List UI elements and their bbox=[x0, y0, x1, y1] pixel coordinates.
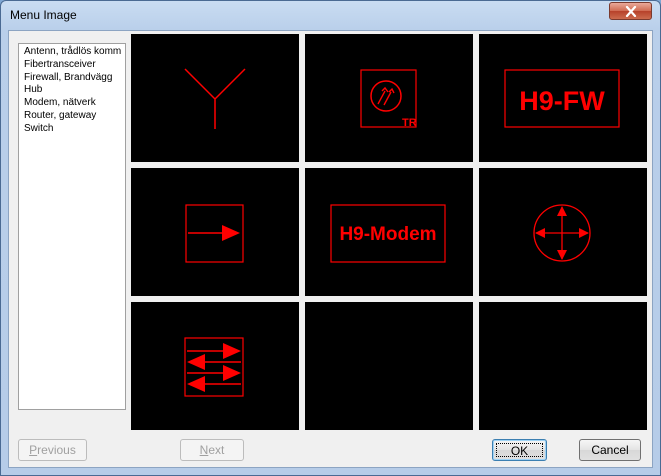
title-bar: Menu Image bbox=[1, 1, 660, 29]
list-item[interactable]: Fibertransceiver bbox=[19, 59, 125, 72]
router-symbol-icon bbox=[533, 204, 591, 262]
list-item[interactable]: Modem, nätverk bbox=[19, 97, 125, 110]
tile-antenna[interactable] bbox=[131, 34, 299, 162]
tile-empty bbox=[305, 302, 473, 430]
hub-symbol-icon bbox=[185, 204, 244, 263]
tile-fiber-transceiver[interactable]: TR bbox=[305, 34, 473, 162]
tile-firewall[interactable]: H9-FW bbox=[479, 34, 647, 162]
ok-button[interactable]: OK bbox=[492, 439, 547, 461]
previous-button-mnemonic: P bbox=[29, 443, 38, 457]
tile-switch[interactable] bbox=[131, 302, 299, 430]
menu-image-dialog: Menu Image Antenn, trådlös komm Fibertra… bbox=[0, 0, 661, 476]
modem-symbol-icon: H9-Modem bbox=[330, 204, 446, 263]
cancel-button[interactable]: Cancel bbox=[579, 439, 641, 461]
next-button-label: ext bbox=[208, 443, 225, 457]
antenna-symbol-icon bbox=[184, 68, 246, 129]
tile-hub[interactable] bbox=[131, 168, 299, 296]
list-item[interactable]: Antenn, trådlös komm bbox=[19, 46, 125, 59]
fiber-transceiver-symbol-icon: TR bbox=[360, 69, 417, 129]
firewall-label: H9-FW bbox=[519, 86, 605, 116]
list-item[interactable]: Switch bbox=[19, 123, 125, 136]
tile-empty bbox=[479, 302, 647, 430]
switch-symbol-icon bbox=[184, 337, 244, 397]
dialog-body: Antenn, trådlös komm Fibertransceiver Fi… bbox=[8, 30, 653, 468]
next-button[interactable]: Next bbox=[180, 439, 244, 461]
previous-button[interactable]: Previous bbox=[18, 439, 87, 461]
list-item[interactable]: Router, gateway bbox=[19, 110, 125, 123]
close-icon bbox=[625, 6, 637, 17]
ok-button-label: OK bbox=[496, 443, 543, 458]
symbol-list[interactable]: Antenn, trådlös komm Fibertransceiver Fi… bbox=[18, 43, 126, 410]
tile-router[interactable] bbox=[479, 168, 647, 296]
list-item[interactable]: Firewall, Brandvägg bbox=[19, 72, 125, 85]
firewall-symbol-icon: H9-FW bbox=[504, 69, 620, 128]
window-title: Menu Image bbox=[10, 8, 77, 22]
list-item[interactable]: Hub bbox=[19, 84, 125, 97]
tile-modem[interactable]: H9-Modem bbox=[305, 168, 473, 296]
previous-button-label: revious bbox=[37, 443, 76, 457]
modem-label: H9-Modem bbox=[339, 224, 436, 245]
transceiver-label: TR bbox=[402, 117, 417, 129]
close-button[interactable] bbox=[609, 2, 652, 20]
